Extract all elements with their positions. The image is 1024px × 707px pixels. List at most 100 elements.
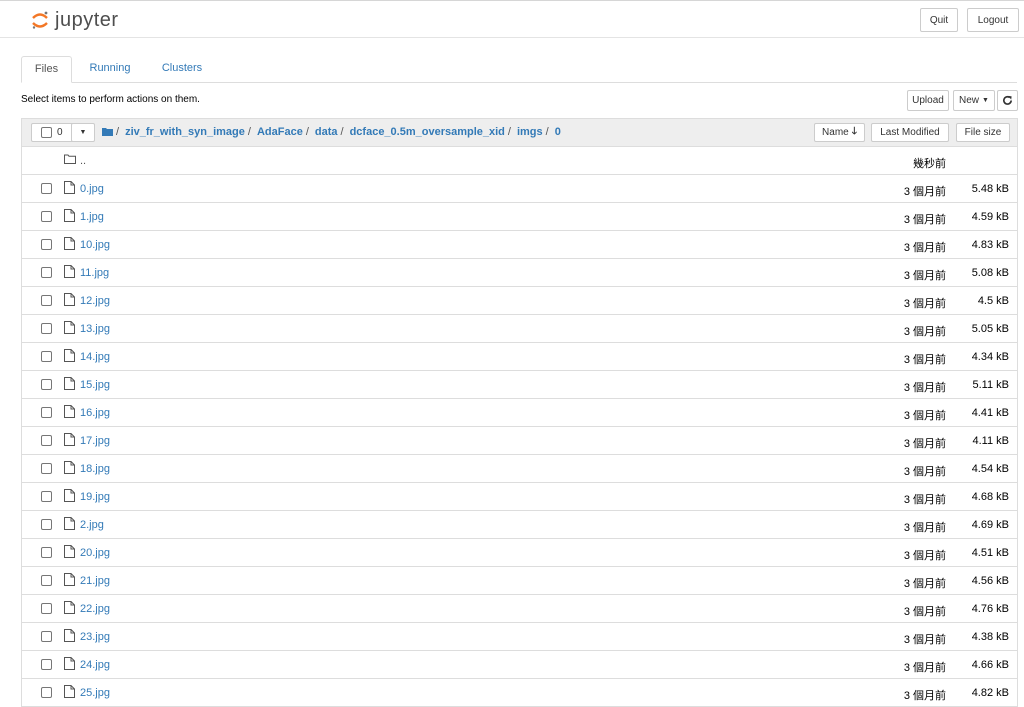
file-icon (64, 433, 75, 446)
file-row[interactable]: 11.jpg 3 個月前 5.08 kB (22, 259, 1017, 287)
row-checkbox[interactable] (41, 211, 52, 222)
breadcrumb-item[interactable]: data (315, 126, 338, 138)
row-file-size: 5.48 kB (971, 183, 1009, 195)
file-row[interactable]: 10.jpg 3 個月前 4.83 kB (22, 231, 1017, 259)
file-row[interactable]: 21.jpg 3 個月前 4.56 kB (22, 567, 1017, 595)
jupyter-logo[interactable]: jupyter (31, 9, 119, 31)
file-row[interactable]: 0.jpg 3 個月前 5.48 kB (22, 175, 1017, 203)
file-icon (64, 629, 75, 642)
parent-directory-row[interactable]: .. 幾秒前 (22, 147, 1017, 175)
tab-clusters[interactable]: Clusters (150, 56, 214, 82)
file-name-link[interactable]: 12.jpg (80, 295, 110, 307)
row-file-size: 4.66 kB (971, 659, 1009, 671)
row-checkbox[interactable] (41, 435, 52, 446)
file-row[interactable]: 13.jpg 3 個月前 5.05 kB (22, 315, 1017, 343)
row-file-size: 4.82 kB (971, 687, 1009, 699)
file-row[interactable]: 12.jpg 3 個月前 4.5 kB (22, 287, 1017, 315)
file-name-link[interactable]: 18.jpg (80, 463, 110, 475)
breadcrumb-item[interactable]: imgs (517, 126, 543, 138)
row-checkbox[interactable] (41, 183, 52, 194)
row-modified: 3 個月前 (903, 606, 946, 618)
upload-button[interactable]: Upload (907, 90, 949, 111)
sort-by-modified-button[interactable]: Last Modified (871, 123, 949, 142)
row-checkbox[interactable] (41, 463, 52, 474)
row-file-size: 4.5 kB (977, 295, 1009, 307)
file-row[interactable]: 20.jpg 3 個月前 4.51 kB (22, 539, 1017, 567)
file-row[interactable]: 23.jpg 3 個月前 4.38 kB (22, 623, 1017, 651)
file-name-link[interactable]: 16.jpg (80, 407, 110, 419)
parent-directory-link[interactable]: .. (80, 155, 86, 167)
row-file-size: 4.41 kB (971, 407, 1009, 419)
row-file-size: 4.38 kB (971, 631, 1009, 643)
file-name-link[interactable]: 15.jpg (80, 379, 110, 391)
file-row[interactable]: 22.jpg 3 個月前 4.76 kB (22, 595, 1017, 623)
select-all-checkbox[interactable] (41, 127, 52, 138)
file-row[interactable]: 24.jpg 3 個月前 4.66 kB (22, 651, 1017, 679)
select-dropdown-button[interactable]: ▼ (71, 123, 95, 142)
row-checkbox[interactable] (41, 267, 52, 278)
breadcrumb-item[interactable]: AdaFace (257, 126, 303, 138)
breadcrumb-item[interactable]: 0 (555, 126, 561, 138)
row-checkbox[interactable] (41, 239, 52, 250)
row-checkbox[interactable] (41, 491, 52, 502)
row-checkbox[interactable] (41, 351, 52, 362)
sort-by-size-button[interactable]: File size (956, 123, 1010, 142)
folder-icon[interactable] (102, 127, 113, 136)
row-checkbox[interactable] (41, 547, 52, 558)
row-checkbox[interactable] (41, 687, 52, 698)
logout-button[interactable]: Logout (967, 8, 1019, 32)
file-name-link[interactable]: 20.jpg (80, 547, 110, 559)
row-checkbox[interactable] (41, 631, 52, 642)
folder-open-icon (64, 154, 76, 164)
logo-text: jupyter (55, 9, 119, 31)
file-name-link[interactable]: 24.jpg (80, 659, 110, 671)
file-row[interactable]: 15.jpg 3 個月前 5.11 kB (22, 371, 1017, 399)
sort-by-name-button[interactable]: Name 🡓 (814, 123, 865, 142)
file-name-link[interactable]: 19.jpg (80, 491, 110, 503)
file-row[interactable]: 25.jpg 3 個月前 4.82 kB (22, 679, 1017, 707)
row-checkbox[interactable] (41, 295, 52, 306)
row-checkbox[interactable] (41, 519, 52, 530)
file-row[interactable]: 17.jpg 3 個月前 4.11 kB (22, 427, 1017, 455)
breadcrumb: / ziv_fr_with_syn_image / AdaFace / data / dcfa… (102, 126, 561, 138)
row-file-size: 4.56 kB (971, 575, 1009, 587)
file-row[interactable]: 1.jpg 3 個月前 4.59 kB (22, 203, 1017, 231)
main-tabs: Files Running Clusters (21, 56, 1017, 83)
file-name-link[interactable]: 2.jpg (80, 519, 104, 531)
row-checkbox[interactable] (41, 379, 52, 390)
file-name-link[interactable]: 14.jpg (80, 351, 110, 363)
file-name-link[interactable]: 1.jpg (80, 211, 104, 223)
row-checkbox[interactable] (41, 603, 52, 614)
file-icon (64, 545, 75, 558)
file-row[interactable]: 16.jpg 3 個月前 4.41 kB (22, 399, 1017, 427)
file-row[interactable]: 2.jpg 3 個月前 4.69 kB (22, 511, 1017, 539)
file-row[interactable]: 19.jpg 3 個月前 4.68 kB (22, 483, 1017, 511)
new-dropdown-button[interactable]: New ▼ (953, 90, 995, 111)
quit-button[interactable]: Quit (920, 8, 958, 32)
row-checkbox[interactable] (41, 323, 52, 334)
breadcrumb-item[interactable]: ziv_fr_with_syn_image (125, 126, 245, 138)
file-name-link[interactable]: 13.jpg (80, 323, 110, 335)
row-modified: 3 個月前 (903, 298, 946, 310)
row-checkbox[interactable] (41, 407, 52, 418)
file-row[interactable]: 18.jpg 3 個月前 4.54 kB (22, 455, 1017, 483)
row-modified: 3 個月前 (903, 326, 946, 338)
file-name-link[interactable]: 10.jpg (80, 239, 110, 251)
file-name-link[interactable]: 22.jpg (80, 603, 110, 615)
tab-files[interactable]: Files (21, 56, 72, 83)
file-name-link[interactable]: 11.jpg (80, 267, 109, 279)
file-row[interactable]: 14.jpg 3 個月前 4.34 kB (22, 343, 1017, 371)
row-checkbox[interactable] (41, 659, 52, 670)
caret-down-icon: ▼ (982, 97, 989, 104)
breadcrumb-item[interactable]: dcface_0.5m_oversample_xid (350, 126, 505, 138)
file-name-link[interactable]: 0.jpg (80, 183, 104, 195)
file-name-link[interactable]: 17.jpg (80, 435, 110, 447)
row-checkbox[interactable] (41, 575, 52, 586)
row-modified: 3 個月前 (903, 270, 946, 282)
file-name-link[interactable]: 23.jpg (80, 631, 110, 643)
file-name-link[interactable]: 21.jpg (80, 575, 110, 587)
file-name-link[interactable]: 25.jpg (80, 687, 110, 699)
row-modified: 3 個月前 (903, 578, 946, 590)
refresh-button[interactable] (997, 90, 1018, 111)
tab-running[interactable]: Running (80, 56, 140, 82)
